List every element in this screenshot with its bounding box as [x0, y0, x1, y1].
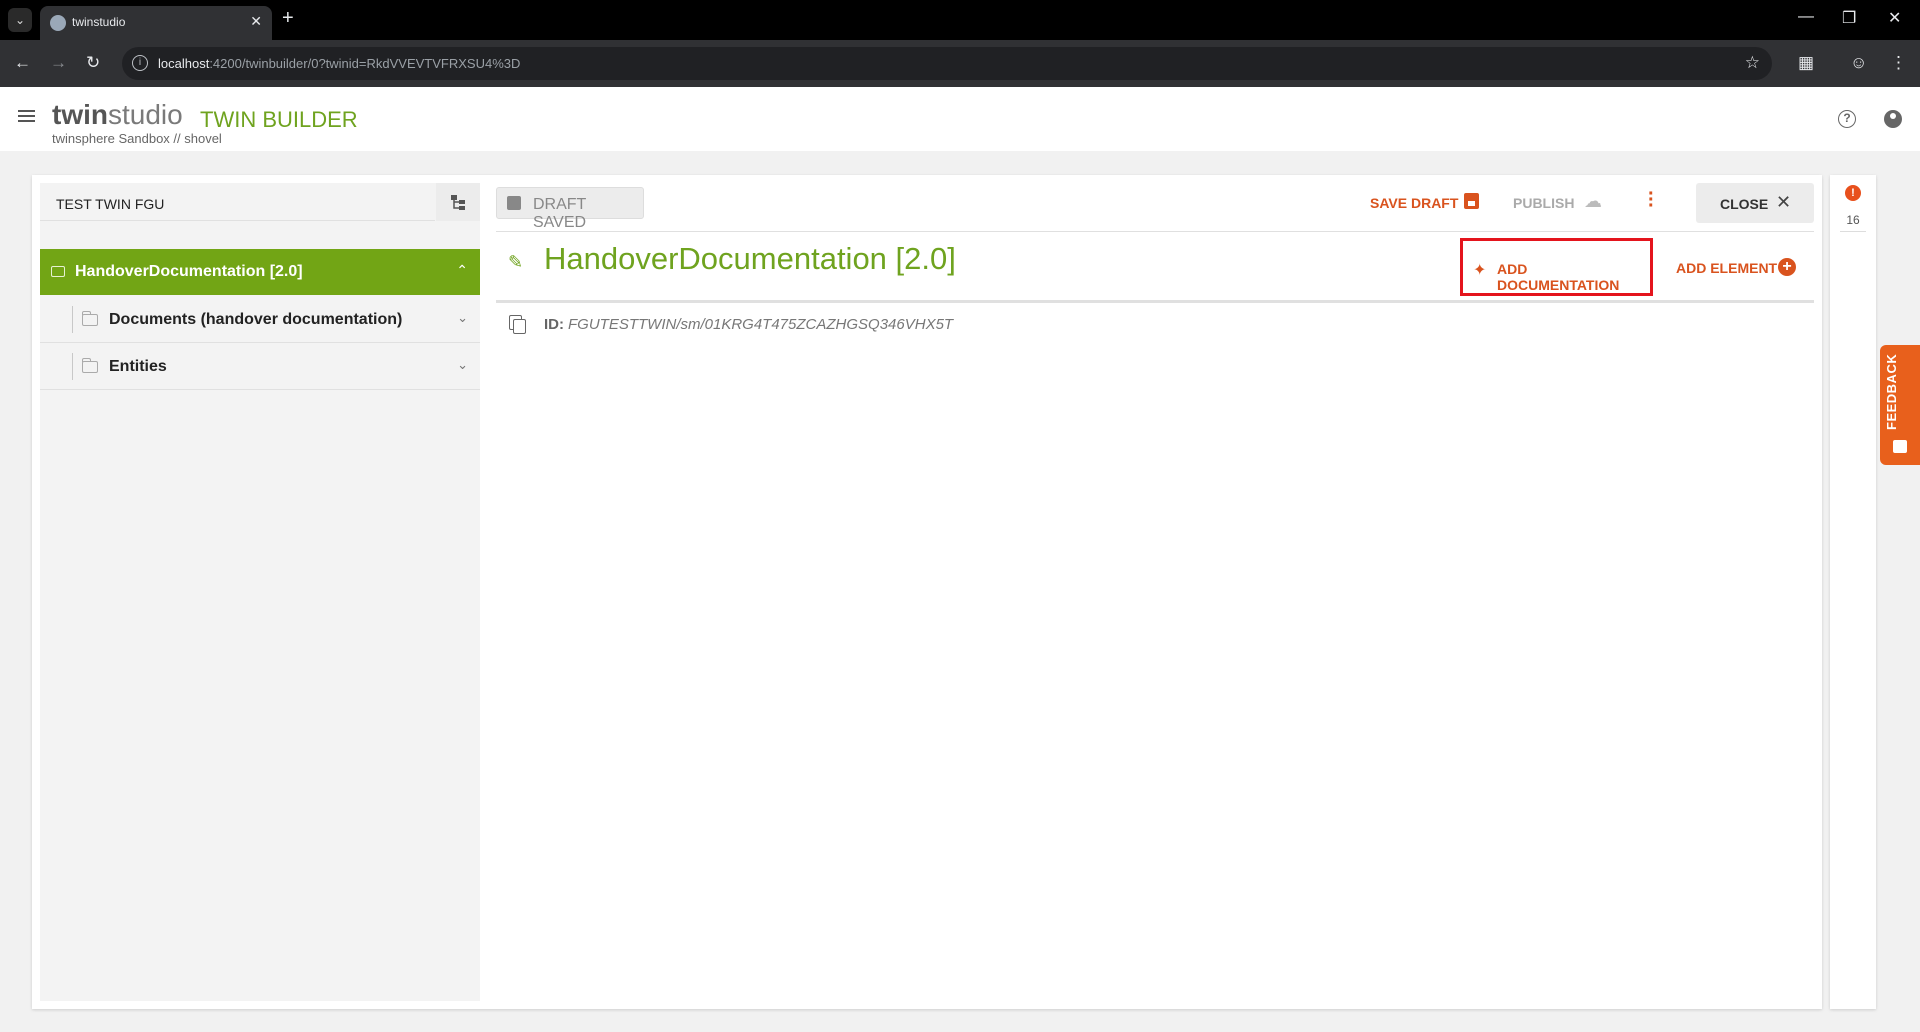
back-icon[interactable]: ←: [14, 53, 31, 73]
save-icon[interactable]: [1464, 193, 1479, 209]
reload-icon[interactable]: ↻: [86, 53, 100, 73]
save-draft-button[interactable]: SAVE DRAFT: [1370, 195, 1458, 211]
tab-close-icon[interactable]: ✕: [250, 13, 262, 30]
browser-menu-icon[interactable]: ⋮: [1890, 53, 1907, 73]
id-label: ID:: [544, 316, 564, 333]
alert-icon[interactable]: !: [1845, 185, 1861, 201]
notification-panel: ! 16: [1830, 175, 1876, 1009]
tree-item-label: Entities: [109, 358, 167, 375]
divider: [496, 231, 1814, 232]
tree-item-documents[interactable]: Documents (handover documentation) ⌄: [40, 296, 480, 343]
address-bar[interactable]: i localhost:4200/twinbuilder/0?twinid=Rk…: [122, 47, 1772, 80]
site-info-icon[interactable]: i: [132, 55, 148, 71]
edit-pencil-icon[interactable]: ✎: [508, 252, 523, 273]
tab-title: twinstudio: [72, 15, 126, 29]
add-circle-icon[interactable]: +: [1778, 258, 1796, 276]
chevron-up-icon[interactable]: ⌃: [456, 262, 468, 279]
add-element-button[interactable]: ADD ELEMENT: [1676, 260, 1777, 276]
url-text[interactable]: localhost:4200/twinbuilder/0?twinid=RkdV…: [158, 56, 520, 71]
add-documentation-label: ADD DOCUMENTATION: [1497, 261, 1620, 293]
feedback-icon: [1893, 440, 1907, 453]
new-tab-icon[interactable]: +: [282, 7, 294, 30]
magic-wand-icon: ✦: [1473, 262, 1487, 279]
menu-icon[interactable]: [18, 110, 35, 122]
module-title: TWIN BUILDER: [200, 107, 358, 132]
element-title: HandoverDocumentation [2.0]: [544, 241, 956, 276]
hierarchy-icon: [451, 195, 465, 210]
forward-icon[interactable]: →: [50, 53, 67, 73]
copy-icon[interactable]: [509, 315, 526, 334]
close-button[interactable]: CLOSE ✕: [1696, 183, 1814, 223]
help-icon[interactable]: ?: [1838, 110, 1856, 128]
publish-button[interactable]: PUBLISH: [1513, 195, 1574, 211]
id-value: FGUTESTTWIN/sm/01KRG4T475ZCAZHGSQ346VHX5…: [568, 316, 954, 333]
feedback-tab[interactable]: FEEDBACK: [1880, 345, 1920, 465]
tree-root-item[interactable]: HandoverDocumentation [2.0] ⌃: [40, 249, 480, 295]
structure-panel: TEST TWIN FGU HandoverDocumentation [2.0…: [40, 183, 480, 1001]
restore-icon[interactable]: ❐: [1842, 8, 1856, 28]
brand-logo: twinstudio: [52, 99, 183, 130]
cloud-upload-icon[interactable]: ☁: [1584, 191, 1602, 212]
window-close-icon[interactable]: ✕: [1888, 8, 1901, 28]
folder-icon: [82, 311, 98, 326]
divider: [496, 300, 1814, 303]
folder-icon: [82, 358, 98, 373]
add-documentation-button[interactable]: ✦ ADD DOCUMENTATION: [1460, 238, 1653, 296]
breadcrumb: twinsphere Sandbox // shovel: [52, 131, 222, 146]
browser-tab[interactable]: twinstudio ✕: [40, 6, 272, 40]
browser-tabbar: ⌄ twinstudio ✕ + — ❐ ✕: [0, 0, 1920, 40]
bookmark-star-icon[interactable]: ☆: [1745, 53, 1760, 73]
close-label: CLOSE: [1720, 196, 1769, 212]
chevron-down-icon[interactable]: ⌄: [457, 310, 468, 326]
twin-name-box: TEST TWIN FGU: [40, 183, 435, 221]
tab-search-icon[interactable]: ⌄: [8, 8, 32, 32]
tree-root-label: HandoverDocumentation [2.0]: [75, 263, 303, 280]
close-icon: ✕: [1776, 192, 1792, 212]
app-header: twinstudio TWIN BUILDER twinsphere Sandb…: [0, 87, 1920, 151]
account-icon[interactable]: [1884, 110, 1902, 128]
tree-item-entities[interactable]: Entities ⌄: [40, 343, 480, 390]
builder-card: TEST TWIN FGU HandoverDocumentation [2.0…: [32, 175, 1822, 1009]
more-options-icon[interactable]: · · ·: [1648, 184, 1655, 216]
draft-status-badge: DRAFT SAVED: [496, 187, 644, 231]
tree-view-button[interactable]: [436, 183, 480, 221]
alert-count: 16: [1846, 213, 1860, 227]
minimize-icon[interactable]: —: [1798, 8, 1814, 26]
submodel-icon: [51, 266, 65, 277]
tree-item-label: Documents (handover documentation): [109, 311, 403, 328]
chevron-down-icon[interactable]: ⌄: [457, 357, 468, 373]
twin-name: TEST TWIN FGU: [56, 196, 165, 212]
draft-status-label: DRAFT SAVED: [533, 196, 587, 231]
profile-icon[interactable]: ☺: [1850, 53, 1867, 73]
feedback-label: FEEDBACK: [1884, 353, 1899, 430]
browser-toolbar: ← → ↻ i localhost:4200/twinbuilder/0?twi…: [0, 40, 1920, 87]
favicon-icon: [50, 15, 66, 31]
extensions-icon[interactable]: ▦: [1798, 53, 1814, 73]
draft-icon: [507, 196, 521, 210]
